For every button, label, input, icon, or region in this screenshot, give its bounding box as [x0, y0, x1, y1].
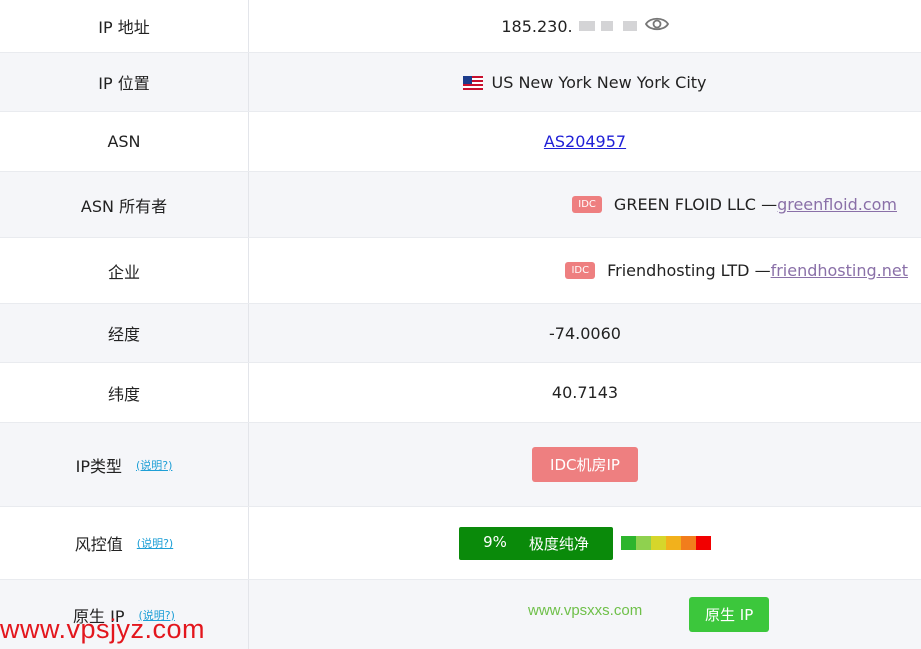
- label-ip-address: IP 地址: [0, 0, 249, 52]
- label-ip-type-cell: IP类型 (说明?): [0, 423, 249, 506]
- row-ip-location: IP 位置 US New York New York City: [0, 53, 921, 112]
- row-latitude: 纬度 40.7143: [0, 363, 921, 423]
- masked-octet: [600, 21, 613, 31]
- risk-scale-segment: [665, 536, 681, 550]
- value-ip-type: IDC机房IP: [249, 423, 921, 506]
- eye-icon[interactable]: [644, 16, 669, 36]
- watermark-primary: www.vpsjyz.com: [0, 614, 206, 644]
- label-ip-location: IP 位置: [0, 53, 249, 111]
- label-asn-owner: ASN 所有者: [0, 172, 249, 237]
- ip-address-text: 185.230.: [501, 16, 573, 36]
- risk-explain-link[interactable]: (说明?): [137, 535, 173, 551]
- label-ip-type: IP类型: [75, 456, 122, 476]
- row-company: 企业 IDC Friendhosting LTD — friendhosting…: [0, 238, 921, 304]
- label-longitude: 经度: [0, 304, 249, 362]
- label-risk: 风控值: [74, 535, 123, 554]
- value-ip-location: US New York New York City: [249, 53, 921, 111]
- row-asn: ASN AS204957: [0, 112, 921, 172]
- ip-type-explain-link[interactable]: (说明?): [136, 457, 172, 473]
- risk-scale-bar: [620, 536, 711, 550]
- label-company: 企业: [0, 238, 249, 303]
- label-latitude: 纬度: [0, 363, 249, 422]
- row-ip-address: IP 地址 185.230.: [0, 0, 921, 53]
- watermark-secondary: www.vpsxxs.com: [528, 602, 643, 619]
- idc-badge: IDC: [565, 262, 596, 279]
- idc-badge: IDC: [572, 196, 602, 213]
- company-domain-link[interactable]: friendhosting.net: [771, 261, 908, 280]
- masked-octet: [622, 21, 637, 31]
- risk-scale-segment: [650, 536, 666, 550]
- label-risk-cell: 风控值 (说明?): [0, 507, 249, 579]
- risk-percent: 9%: [483, 532, 507, 551]
- ip-type-badge[interactable]: IDC机房IP: [532, 447, 638, 482]
- masked-octet: [578, 21, 595, 31]
- value-asn: AS204957: [249, 112, 921, 171]
- value-latitude: 40.7143: [249, 363, 921, 422]
- company-name: Friendhosting LTD —: [607, 261, 771, 280]
- ip-info-table: IP 地址 185.230. IP 位置 US New York New Yor…: [0, 0, 921, 649]
- value-longitude: -74.0060: [249, 304, 921, 362]
- label-asn: ASN: [0, 112, 249, 171]
- value-asn-owner: IDC GREEN FLOID LLC — greenfloid.com: [249, 172, 921, 237]
- asn-owner-domain-link[interactable]: greenfloid.com: [777, 195, 897, 214]
- risk-scale-segment: [635, 536, 651, 550]
- asn-owner-name: GREEN FLOID LLC —: [613, 195, 778, 214]
- us-flag-icon: [463, 75, 484, 90]
- risk-score-box: 9% 极度纯净: [459, 526, 613, 560]
- asn-link[interactable]: AS204957: [544, 132, 626, 151]
- value-company: IDC Friendhosting LTD — friendhosting.ne…: [249, 238, 921, 303]
- value-ip-address: 185.230.: [249, 0, 921, 52]
- risk-scale-segment: [680, 536, 696, 550]
- risk-text: 极度纯净: [528, 534, 589, 553]
- row-longitude: 经度 -74.0060: [0, 304, 921, 363]
- row-risk: 风控值 (说明?) 9% 极度纯净: [0, 507, 921, 580]
- location-text: US New York New York City: [491, 72, 707, 92]
- longitude-text: -74.0060: [549, 323, 621, 343]
- latitude-text: 40.7143: [551, 383, 619, 402]
- row-asn-owner: ASN 所有者 IDC GREEN FLOID LLC — greenfloid…: [0, 172, 921, 238]
- risk-scale-segment: [695, 536, 711, 550]
- row-ip-type: IP类型 (说明?) IDC机房IP: [0, 423, 921, 507]
- risk-scale-segment: [620, 536, 636, 550]
- value-risk: 9% 极度纯净: [249, 507, 921, 579]
- native-ip-badge[interactable]: 原生 IP: [689, 597, 770, 632]
